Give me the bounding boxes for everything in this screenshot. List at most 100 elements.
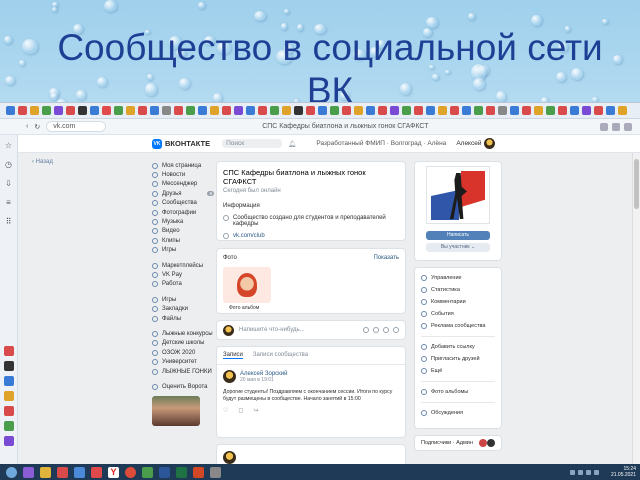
menu-item[interactable]: Ещё	[421, 365, 495, 377]
tab-community-posts[interactable]: Записи сообщества	[253, 352, 308, 359]
taskbar-app-icon[interactable]	[142, 466, 153, 478]
app-icon[interactable]	[3, 346, 14, 356]
tray-icon[interactable]	[569, 469, 575, 475]
bookmark-favicon-icon[interactable]	[438, 106, 447, 115]
vk-user-menu[interactable]: Алексей	[456, 138, 496, 149]
app-icon[interactable]	[3, 391, 14, 401]
yandex-browser-icon[interactable]: Y	[108, 466, 119, 478]
group-site-link[interactable]: vk.com/club	[223, 233, 399, 239]
history-icon[interactable]: ≡	[6, 198, 11, 207]
share-icon[interactable]: ↪	[253, 407, 258, 414]
url-field[interactable]: vk.com	[46, 121, 107, 132]
volume-icon[interactable]	[593, 469, 599, 475]
comment-icon[interactable]: ◻	[238, 407, 243, 414]
nav-item[interactable]: ЛЫЖНЫЕ ГОНКИ	[152, 367, 214, 376]
bookmark-favicon-icon[interactable]	[330, 106, 339, 115]
bookmark-favicon-icon[interactable]	[66, 106, 75, 115]
bookmark-favicon-icon[interactable]	[558, 106, 567, 115]
bookmark-favicon-icon[interactable]	[234, 106, 243, 115]
post-author-avatar[interactable]	[223, 370, 236, 383]
bookmark-favicon-icon[interactable]	[378, 106, 387, 115]
vk-logo[interactable]: VK ВКОНТАКТЕ	[152, 138, 210, 149]
bookmark-favicon-icon[interactable]	[42, 106, 51, 115]
bookmark-favicon-icon[interactable]	[402, 106, 411, 115]
taskbar-app-icon[interactable]	[210, 466, 221, 478]
bookmark-favicon-icon[interactable]	[54, 106, 63, 115]
write-message-button[interactable]: Написать	[426, 231, 490, 240]
bookmark-favicon-icon[interactable]	[414, 106, 423, 115]
menu-item[interactable]: Комментарии	[421, 296, 495, 308]
taskbar-app-icon[interactable]	[57, 466, 68, 478]
bookmark-favicon-icon[interactable]	[282, 106, 291, 115]
nav-item[interactable]: Друзья 9	[152, 189, 214, 198]
nav-item[interactable]: Мессенджер	[152, 180, 214, 189]
nav-item[interactable]: Маркетплейсы	[152, 261, 214, 270]
word-icon[interactable]	[159, 466, 170, 478]
taskbar-app-icon[interactable]	[74, 466, 85, 478]
menu-item[interactable]: Добавить ссылку	[421, 341, 495, 353]
menu-item[interactable]: Управление	[421, 272, 495, 284]
bookmark-favicon-icon[interactable]	[18, 106, 27, 115]
bookmark-favicon-icon[interactable]	[270, 106, 279, 115]
nav-item[interactable]: Музыка	[152, 217, 214, 226]
admins-card[interactable]: Подписчики · Админ	[414, 435, 502, 451]
apps-icon[interactable]: ⠿	[6, 217, 12, 226]
bookmark-favicon-icon[interactable]	[390, 106, 399, 115]
compose-card[interactable]: Напишите что-нибудь...	[216, 320, 406, 340]
music-icon[interactable]	[383, 327, 389, 333]
folder-icon[interactable]	[40, 466, 51, 478]
bookmark-favicon-icon[interactable]	[366, 106, 375, 115]
bookmark-favicon-icon[interactable]	[486, 106, 495, 115]
taskbar-app-icon[interactable]	[23, 466, 34, 478]
taskbar-app-icon[interactable]	[91, 466, 102, 478]
bookmark-favicon-icon[interactable]	[90, 106, 99, 115]
bookmark-favicon-icon[interactable]	[186, 106, 195, 115]
nav-item[interactable]: Клипы	[152, 236, 214, 245]
back-link[interactable]: ‹ Назад	[32, 159, 53, 165]
nav-item[interactable]: ОЗОЖ 2020	[152, 348, 214, 357]
bookmark-favicon-icon[interactable]	[294, 106, 303, 115]
bookmark-favicon-icon[interactable]	[306, 106, 315, 115]
bookmark-favicon-icon[interactable]	[450, 106, 459, 115]
member-status-button[interactable]: Вы участник ⌄	[426, 243, 490, 252]
nav-item[interactable]: Фотографии	[152, 208, 214, 217]
nav-item[interactable]: Видео	[152, 227, 214, 236]
nav-item[interactable]: Файлы	[152, 314, 214, 323]
bookmark-favicon-icon[interactable]	[222, 106, 231, 115]
menu-item[interactable]: Реклама сообщества	[421, 320, 495, 332]
bookmark-favicon-icon[interactable]	[546, 106, 555, 115]
app-icon[interactable]	[3, 361, 14, 371]
bookmark-favicon-icon[interactable]	[570, 106, 579, 115]
bookmark-favicon-icon[interactable]	[474, 106, 483, 115]
powerpoint-icon[interactable]	[193, 466, 204, 478]
bookmark-favicon-icon[interactable]	[198, 106, 207, 115]
post-author-avatar[interactable]	[223, 451, 236, 464]
nav-item[interactable]: Игры	[152, 246, 214, 255]
reload-icon[interactable]: ↻	[34, 123, 40, 131]
bookmark-favicon-icon[interactable]	[30, 106, 39, 115]
app-icon[interactable]	[3, 436, 14, 446]
bookmark-favicon-icon[interactable]	[258, 106, 267, 115]
camera-icon[interactable]	[363, 327, 369, 333]
extension-icon[interactable]	[612, 122, 620, 131]
taskbar-clock[interactable]: 15:24 21.05.2021	[611, 466, 640, 478]
like-icon[interactable]: ♡	[223, 407, 228, 414]
bookmark-favicon-icon[interactable]	[342, 106, 351, 115]
bookmark-favicon-icon[interactable]	[354, 106, 363, 115]
menu-item[interactable]: Обсуждения	[421, 407, 495, 419]
post-author-name[interactable]: Алексей Зорский	[240, 371, 288, 377]
bookmark-favicon-icon[interactable]	[174, 106, 183, 115]
tab-all-posts[interactable]: Записи	[223, 352, 243, 359]
compose-input[interactable]: Напишите что-нибудь...	[239, 327, 305, 333]
menu-item[interactable]: Статистика	[421, 284, 495, 296]
bookmark-favicon-icon[interactable]	[462, 106, 471, 115]
promo-photo[interactable]	[152, 395, 200, 426]
menu-item[interactable]: События	[421, 308, 495, 320]
bookmark-favicon-icon[interactable]	[138, 106, 147, 115]
app-icon[interactable]	[3, 376, 14, 386]
excel-icon[interactable]	[176, 466, 187, 478]
nav-item[interactable]: Моя страница	[152, 161, 214, 170]
bookmark-favicon-icon[interactable]	[126, 106, 135, 115]
star-icon[interactable]: ☆	[5, 141, 12, 150]
bookmark-favicon-icon[interactable]	[522, 106, 531, 115]
